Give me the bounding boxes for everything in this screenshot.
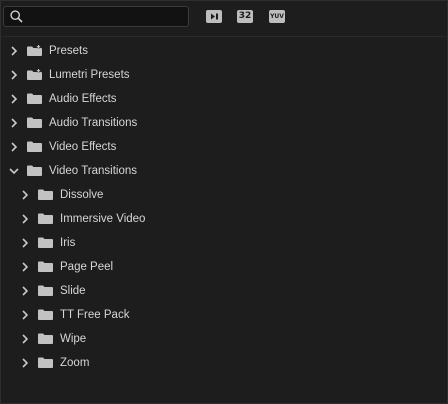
yuv-effects-icon[interactable]: YUV (269, 10, 285, 23)
tree-item-tt-free-pack[interactable]: TT Free Pack (1, 303, 447, 327)
tree-item-label: Video Transitions (49, 165, 138, 177)
chevron-right-icon[interactable] (8, 93, 20, 105)
search-input[interactable] (28, 8, 183, 25)
tree-item-label: Presets (49, 45, 88, 57)
folder-icon (38, 237, 53, 248)
accelerated-effects-icon[interactable] (206, 10, 222, 23)
preset-folder-icon (27, 45, 42, 56)
tree-item-video-transitions[interactable]: Video Transitions (1, 159, 447, 183)
tree-item-label: Audio Effects (49, 93, 117, 105)
folder-icon (27, 165, 42, 176)
toolbar-divider (1, 36, 447, 37)
tree-item-lumetri-presets[interactable]: Lumetri Presets (1, 63, 447, 87)
folder-icon (38, 333, 53, 344)
chevron-right-icon[interactable] (19, 333, 31, 345)
folder-icon (27, 141, 42, 152)
tree-item-label: Slide (60, 285, 86, 297)
chevron-right-icon[interactable] (19, 261, 31, 273)
tree-item-presets[interactable]: Presets (1, 39, 447, 63)
tree-item-label: Immersive Video (60, 213, 146, 225)
search-box[interactable] (3, 6, 189, 27)
chevron-right-icon[interactable] (19, 285, 31, 297)
folder-icon (38, 309, 53, 320)
folder-icon (38, 213, 53, 224)
tree-item-label: Video Effects (49, 141, 117, 153)
preset-folder-icon (27, 69, 42, 80)
search-icon (10, 10, 23, 23)
tree-item-immersive-video[interactable]: Immersive Video (1, 207, 447, 231)
tree-item-label: Wipe (60, 333, 87, 345)
tree-item-video-effects[interactable]: Video Effects (1, 135, 447, 159)
effects-tree: Presets Lumetri Presets Audio Effects Audio… (1, 39, 447, 375)
tree-item-dissolve[interactable]: Dissolve (1, 183, 447, 207)
32bit-color-icon[interactable]: 32 (237, 10, 253, 23)
tree-item-label: Zoom (60, 357, 90, 369)
chevron-right-icon[interactable] (8, 45, 20, 57)
chevron-right-icon[interactable] (19, 213, 31, 225)
tree-item-label: Audio Transitions (49, 117, 138, 129)
chevron-right-icon[interactable] (8, 69, 20, 81)
chevron-right-icon[interactable] (19, 189, 31, 201)
chevron-right-icon[interactable] (8, 141, 20, 153)
tree-item-audio-effects[interactable]: Audio Effects (1, 87, 447, 111)
tree-item-label: Iris (60, 237, 76, 249)
tree-item-audio-transitions[interactable]: Audio Transitions (1, 111, 447, 135)
tree-item-zoom[interactable]: Zoom (1, 351, 447, 375)
effects-toolbar: 32 YUV (1, 1, 447, 36)
folder-icon (38, 261, 53, 272)
tree-item-label: Dissolve (60, 189, 104, 201)
chevron-right-icon[interactable] (19, 357, 31, 369)
chevron-right-icon[interactable] (19, 309, 31, 321)
tree-item-iris[interactable]: Iris (1, 231, 447, 255)
tree-item-label: Lumetri Presets (49, 69, 130, 81)
tree-item-slide[interactable]: Slide (1, 279, 447, 303)
folder-icon (38, 189, 53, 200)
folder-icon (38, 285, 53, 296)
chevron-right-icon[interactable] (19, 237, 31, 249)
chevron-down-icon[interactable] (8, 165, 20, 177)
chevron-right-icon[interactable] (8, 117, 20, 129)
tree-item-wipe[interactable]: Wipe (1, 327, 447, 351)
folder-icon (38, 357, 53, 368)
tree-item-page-peel[interactable]: Page Peel (1, 255, 447, 279)
folder-icon (27, 117, 42, 128)
tree-item-label: TT Free Pack (60, 309, 130, 321)
tree-item-label: Page Peel (60, 261, 114, 273)
folder-icon (27, 93, 42, 104)
effects-panel: 32 YUV Presets Lumetri Presets Audio Effec… (0, 0, 448, 404)
